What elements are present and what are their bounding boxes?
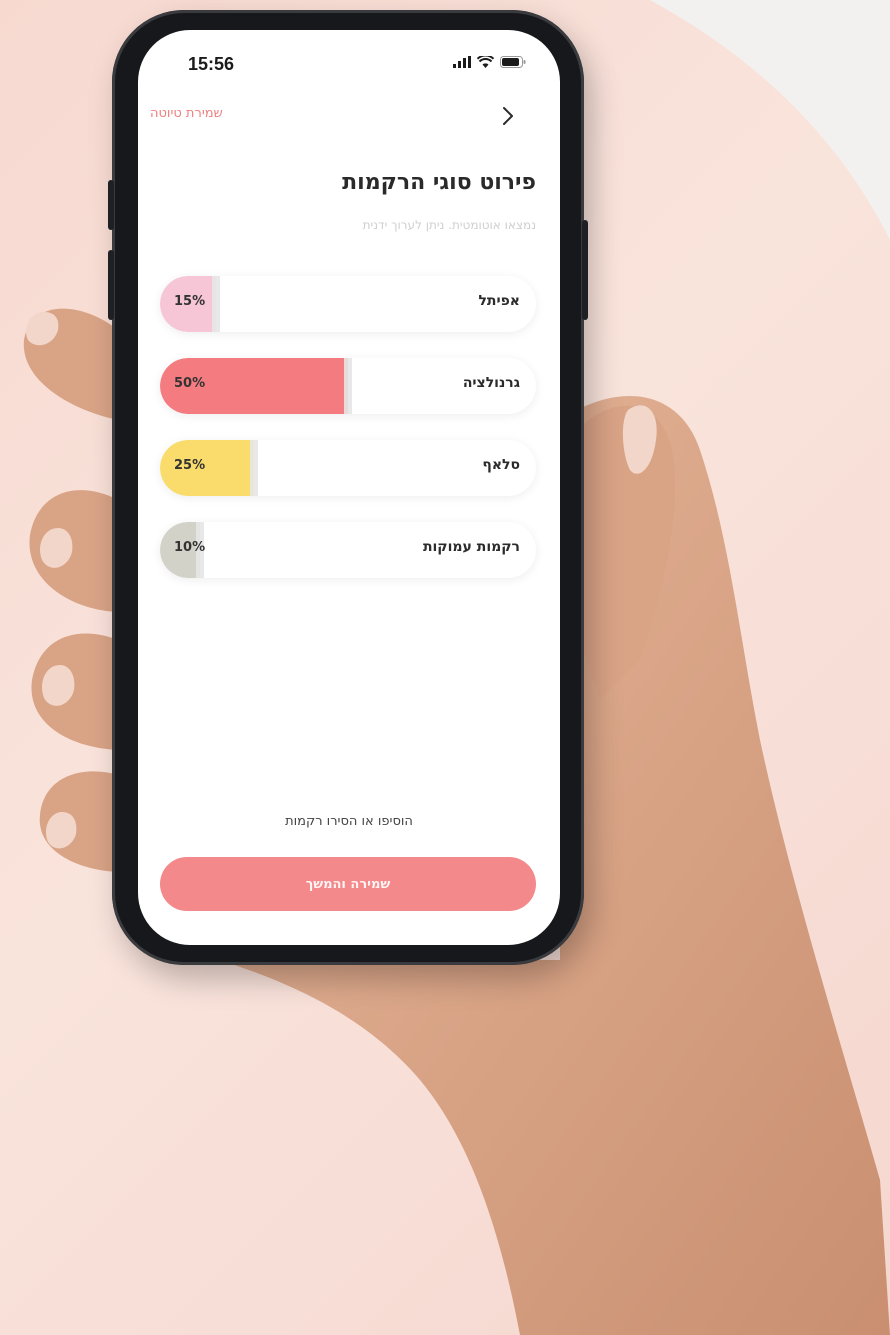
status-icons bbox=[453, 56, 526, 68]
tissue-percent: 10% bbox=[174, 540, 206, 555]
save-draft-link[interactable]: שמירת טיוטה bbox=[150, 106, 223, 121]
top-bar: שמירת טיוטה bbox=[138, 100, 560, 134]
add-remove-tissues-link[interactable]: הוסיפו או הסירו רקמות bbox=[138, 814, 560, 829]
tissue-list: 15% אפיתל 50% גרנולציה 25% סלאף 10% רקמו… bbox=[160, 276, 536, 604]
power-button bbox=[582, 220, 588, 320]
page-title: פירוט סוגי הרקמות bbox=[342, 170, 536, 195]
status-bar: 15:56 bbox=[138, 52, 560, 78]
tissue-percent: 50% bbox=[174, 376, 206, 391]
signal-icon bbox=[453, 56, 471, 68]
app-screen: 15:56 שמירת טיוטה פירוט סוגי הרקמות נמצא… bbox=[138, 30, 560, 945]
volume-button bbox=[108, 250, 114, 320]
tissue-label: רקמות עמוקות bbox=[422, 539, 520, 555]
status-time: 15:56 bbox=[188, 54, 235, 74]
battery-icon bbox=[500, 56, 526, 68]
tissue-percent: 25% bbox=[174, 458, 206, 473]
save-continue-button[interactable]: שמירה והמשך bbox=[160, 857, 536, 911]
chevron-right-icon[interactable] bbox=[496, 104, 520, 128]
tissue-row-deep[interactable]: 10% רקמות עמוקות bbox=[160, 522, 536, 578]
tissue-label: גרנולציה bbox=[462, 375, 520, 391]
tissue-label: אפיתל bbox=[478, 293, 520, 309]
volume-button bbox=[108, 180, 114, 230]
wifi-icon bbox=[477, 56, 494, 68]
tissue-row-granulation[interactable]: 50% גרנולציה bbox=[160, 358, 536, 414]
page-subtitle: נמצאו אוטומטית. ניתן לערוך ידנית bbox=[362, 218, 536, 232]
tissue-row-epithelium[interactable]: 15% אפיתל bbox=[160, 276, 536, 332]
tissue-label: סלאף bbox=[482, 457, 520, 473]
tissue-row-slough[interactable]: 25% סלאף bbox=[160, 440, 536, 496]
tissue-percent: 15% bbox=[174, 294, 206, 309]
